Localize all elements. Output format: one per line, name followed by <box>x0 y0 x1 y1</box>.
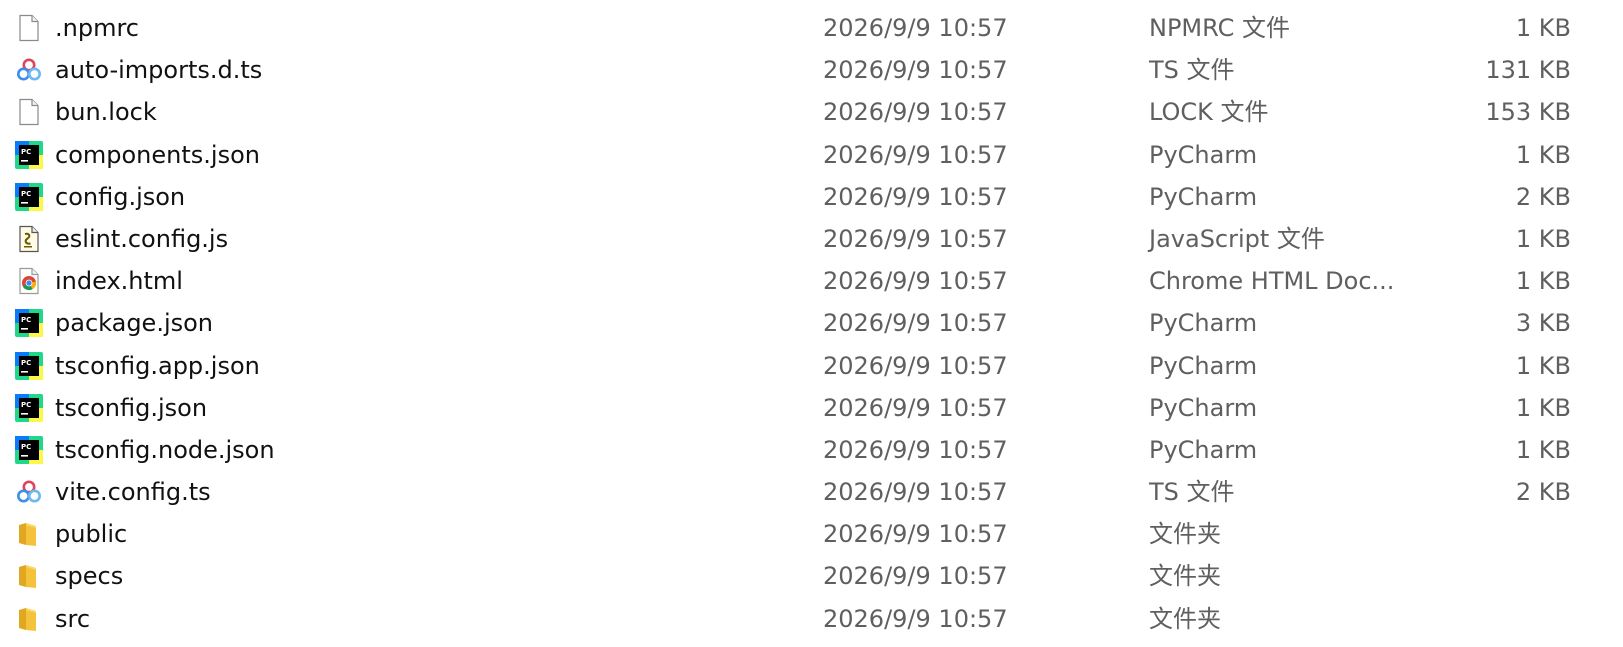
pycharm-icon: PC <box>15 351 43 380</box>
file-type: PyCharm <box>1149 182 1258 211</box>
file-size: 2 KB <box>1515 182 1571 211</box>
file-row[interactable]: .npmrc 2026/9/9 10:57 NPMRC 文件 1 KB <box>0 7 1623 49</box>
file-row[interactable]: PC tsconfig.json 2026/9/9 10:57 PyCharm … <box>0 387 1623 429</box>
file-date: 2026/9/9 10:57 <box>823 520 1008 549</box>
file-name: tsconfig.node.json <box>55 435 275 464</box>
file-name: src <box>55 604 91 633</box>
file-date: 2026/9/9 10:57 <box>823 562 1008 591</box>
file-date: 2026/9/9 10:57 <box>823 435 1008 464</box>
svg-text:PC: PC <box>21 316 31 324</box>
file-size: 1 KB <box>1515 435 1571 464</box>
file-type: TS 文件 <box>1149 56 1235 85</box>
file-name: index.html <box>55 267 183 296</box>
file-date: 2026/9/9 10:57 <box>823 351 1008 380</box>
file-name: .npmrc <box>55 14 139 42</box>
file-list: .npmrc 2026/9/9 10:57 NPMRC 文件 1 KB auto… <box>0 7 1623 640</box>
file-type: PyCharm <box>1149 351 1258 380</box>
file-date: 2026/9/9 10:57 <box>823 267 1008 296</box>
file-row[interactable]: PC components.json 2026/9/9 10:57 PyChar… <box>0 134 1623 176</box>
file-date: 2026/9/9 10:57 <box>823 393 1008 422</box>
folder-row[interactable]: specs 2026/9/9 10:57 文件夹 <box>0 555 1623 597</box>
file-row[interactable]: auto-imports.d.ts 2026/9/9 10:57 TS 文件 1… <box>0 49 1623 91</box>
svg-text:PC: PC <box>21 359 31 367</box>
file-type: 文件夹 <box>1149 562 1221 591</box>
ts-file-icon <box>15 478 43 506</box>
file-date: 2026/9/9 10:57 <box>823 309 1008 338</box>
file-name: package.json <box>55 309 214 338</box>
file-size: 1 KB <box>1515 224 1571 253</box>
file-type: PyCharm <box>1149 393 1258 422</box>
svg-text:PC: PC <box>21 190 31 198</box>
folder-icon <box>15 520 43 548</box>
file-date: 2026/9/9 10:57 <box>823 604 1008 633</box>
folder-icon <box>15 605 43 633</box>
file-date: 2026/9/9 10:57 <box>823 98 1008 127</box>
file-name: tsconfig.json <box>55 393 208 422</box>
file-size: 153 KB <box>1485 98 1571 127</box>
file-size: 2 KB <box>1515 478 1571 507</box>
file-type: JavaScript 文件 <box>1149 224 1325 253</box>
file-row[interactable]: PC tsconfig.node.json 2026/9/9 10:57 PyC… <box>0 429 1623 471</box>
file-size: 131 KB <box>1485 56 1571 85</box>
file-type: TS 文件 <box>1149 478 1235 507</box>
file-date: 2026/9/9 10:57 <box>823 182 1008 211</box>
pycharm-icon: PC <box>15 435 43 464</box>
file-type: PyCharm <box>1149 435 1258 464</box>
file-type: 文件夹 <box>1149 520 1221 549</box>
file-name: public <box>55 520 128 549</box>
file-name: eslint.config.js <box>55 224 229 253</box>
file-size: 3 KB <box>1515 309 1571 338</box>
file-size: 1 KB <box>1515 393 1571 422</box>
file-name: bun.lock <box>55 98 157 127</box>
file-name: specs <box>55 562 124 591</box>
file-date: 2026/9/9 10:57 <box>823 140 1008 169</box>
folder-icon <box>15 562 43 590</box>
file-name: config.json <box>55 182 186 211</box>
pycharm-icon: PC <box>15 182 43 211</box>
file-type: Chrome HTML Doc... <box>1149 267 1395 296</box>
blank-file-icon <box>15 14 43 42</box>
file-size: 1 KB <box>1515 14 1571 42</box>
file-date: 2026/9/9 10:57 <box>823 56 1008 85</box>
file-row[interactable]: eslint.config.js 2026/9/9 10:57 JavaScri… <box>0 218 1623 260</box>
folder-row[interactable]: src 2026/9/9 10:57 文件夹 <box>0 598 1623 640</box>
pycharm-icon: PC <box>15 309 43 338</box>
file-size: 1 KB <box>1515 267 1571 296</box>
folder-row[interactable]: public 2026/9/9 10:57 文件夹 <box>0 513 1623 555</box>
file-date: 2026/9/9 10:57 <box>823 14 1008 42</box>
file-name: auto-imports.d.ts <box>55 56 263 85</box>
pycharm-icon: PC <box>15 140 43 169</box>
svg-text:PC: PC <box>21 443 31 451</box>
file-row[interactable]: PC tsconfig.app.json 2026/9/9 10:57 PyCh… <box>0 345 1623 387</box>
file-type: PyCharm <box>1149 140 1258 169</box>
file-row[interactable]: index.html 2026/9/9 10:57 Chrome HTML Do… <box>0 260 1623 302</box>
file-type: NPMRC 文件 <box>1149 14 1290 42</box>
file-type: PyCharm <box>1149 309 1258 338</box>
file-name: tsconfig.app.json <box>55 351 260 380</box>
file-type: 文件夹 <box>1149 604 1221 633</box>
file-row[interactable]: bun.lock 2026/9/9 10:57 LOCK 文件 153 KB <box>0 91 1623 133</box>
file-row[interactable]: PC package.json 2026/9/9 10:57 PyCharm 3… <box>0 302 1623 344</box>
pycharm-icon: PC <box>15 393 43 422</box>
file-row[interactable]: vite.config.ts 2026/9/9 10:57 TS 文件 2 KB <box>0 471 1623 513</box>
ts-file-icon <box>15 56 43 84</box>
blank-file-icon <box>15 98 43 126</box>
file-name: components.json <box>55 140 260 169</box>
file-date: 2026/9/9 10:57 <box>823 478 1008 507</box>
file-name: vite.config.ts <box>55 478 211 507</box>
file-type: LOCK 文件 <box>1149 98 1269 127</box>
file-size: 1 KB <box>1515 140 1571 169</box>
file-size: 1 KB <box>1515 351 1571 380</box>
chrome-html-icon <box>15 267 43 295</box>
svg-text:PC: PC <box>21 148 31 156</box>
svg-text:PC: PC <box>21 401 31 409</box>
js-script-icon <box>15 225 43 253</box>
file-date: 2026/9/9 10:57 <box>823 224 1008 253</box>
file-row[interactable]: PC config.json 2026/9/9 10:57 PyCharm 2 … <box>0 176 1623 218</box>
